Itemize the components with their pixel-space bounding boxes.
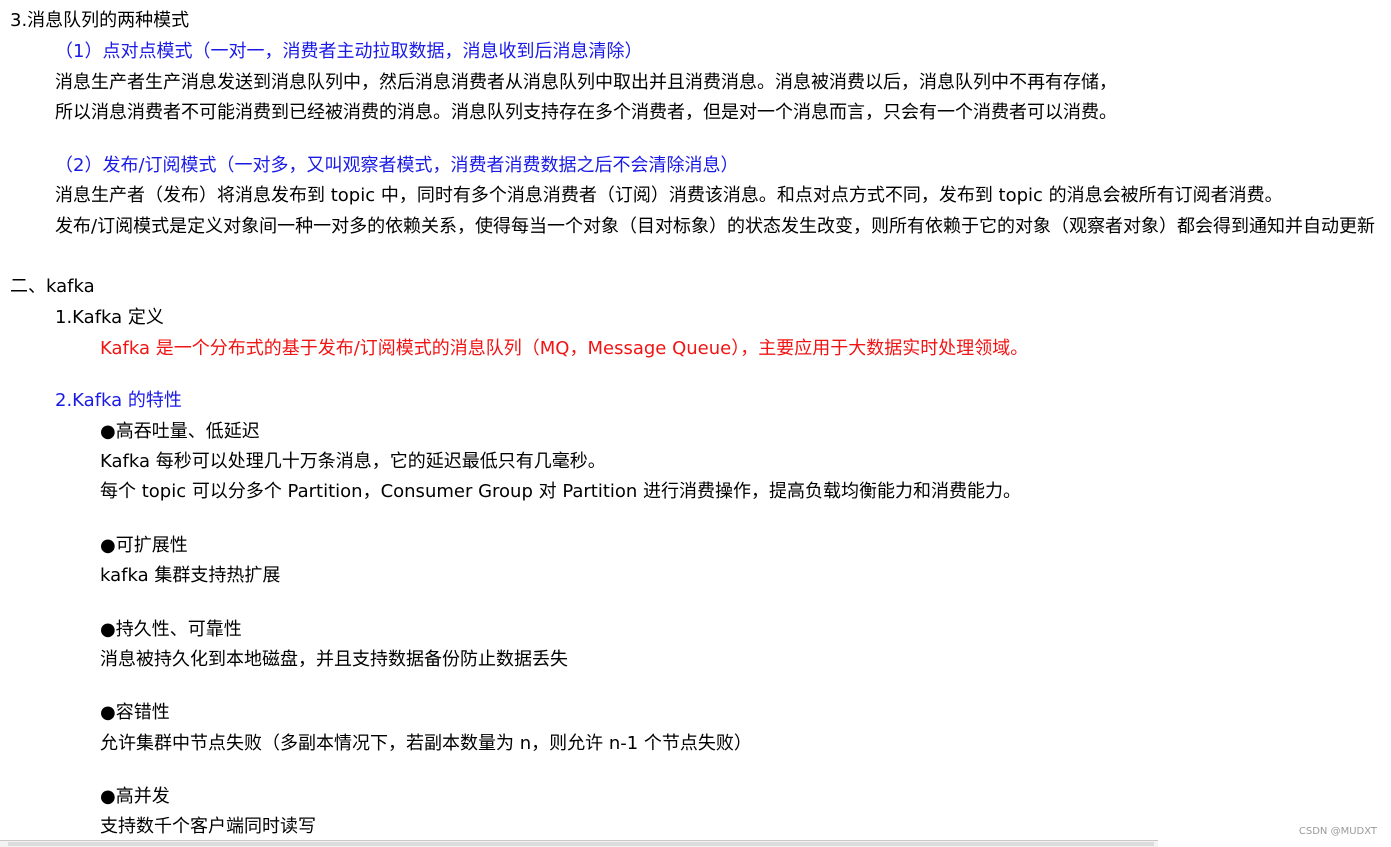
feature-fault-tolerance-line-1: 允许集群中节点失败（多副本情况下，若副本数量为 n，则允许 n-1 个节点失败） — [100, 733, 752, 754]
feature-scalability-line-1: kafka 集群支持热扩展 — [100, 565, 281, 586]
csdn-watermark: CSDN @MUDXT — [1298, 826, 1377, 837]
feature-throughput-title: ●高吞吐量、低延迟 — [100, 421, 260, 442]
mode2-paragraph-2: 发布/订阅模式是定义对象间一种一对多的依赖关系，使得每当一个对象（目对标象）的状… — [55, 216, 1376, 237]
feature-concurrency-line-1: 支持数千个客户端同时读写 — [100, 816, 316, 837]
mode2-heading: （2）发布/订阅模式（一对多，又叫观察者模式，消费者消费数据之后不会清除消息） — [55, 155, 739, 176]
kafka-definition-heading: 1.Kafka 定义 — [55, 307, 164, 328]
feature-throughput-line-1: Kafka 每秒可以处理几十万条消息，它的延迟最低只有几毫秒。 — [100, 451, 606, 472]
mode1-paragraph-2: 所以消息消费者不可能消费到已经被消费的消息。消息队列支持存在多个消费者，但是对一… — [55, 102, 1117, 123]
mode2-paragraph-1: 消息生产者（发布）将消息发布到 topic 中，同时有多个消息消费者（订阅）消费… — [55, 185, 1283, 206]
horizontal-scrollbar[interactable] — [0, 840, 1158, 847]
feature-concurrency-title: ●高并发 — [100, 786, 170, 807]
feature-durability-title: ●持久性、可靠性 — [100, 619, 242, 640]
mode1-heading: （1）点对点模式（一对一，消费者主动拉取数据，消息收到后消息清除） — [55, 41, 643, 62]
document-page: 3.消息队列的两种模式 （1）点对点模式（一对一，消费者主动拉取数据，消息收到后… — [0, 0, 1391, 847]
scrollbar-thumb[interactable] — [8, 842, 1154, 846]
kafka-definition-text: Kafka 是一个分布式的基于发布/订阅模式的消息队列（MQ，Message Q… — [100, 338, 1029, 359]
feature-durability-line-1: 消息被持久化到本地磁盘，并且支持数据备份防止数据丢失 — [100, 649, 568, 670]
feature-throughput-line-2: 每个 topic 可以分多个 Partition，Consumer Group … — [100, 481, 1022, 502]
feature-fault-tolerance-title: ●容错性 — [100, 702, 170, 723]
feature-scalability-title: ●可扩展性 — [100, 535, 188, 556]
kafka-section-title: 二、kafka — [10, 276, 95, 297]
kafka-features-heading: 2.Kafka 的特性 — [55, 390, 182, 411]
mode1-paragraph-1: 消息生产者生产消息发送到消息队列中，然后消息消费者从消息队列中取出并且消费消息。… — [55, 72, 1117, 93]
section3-title: 3.消息队列的两种模式 — [10, 10, 190, 31]
